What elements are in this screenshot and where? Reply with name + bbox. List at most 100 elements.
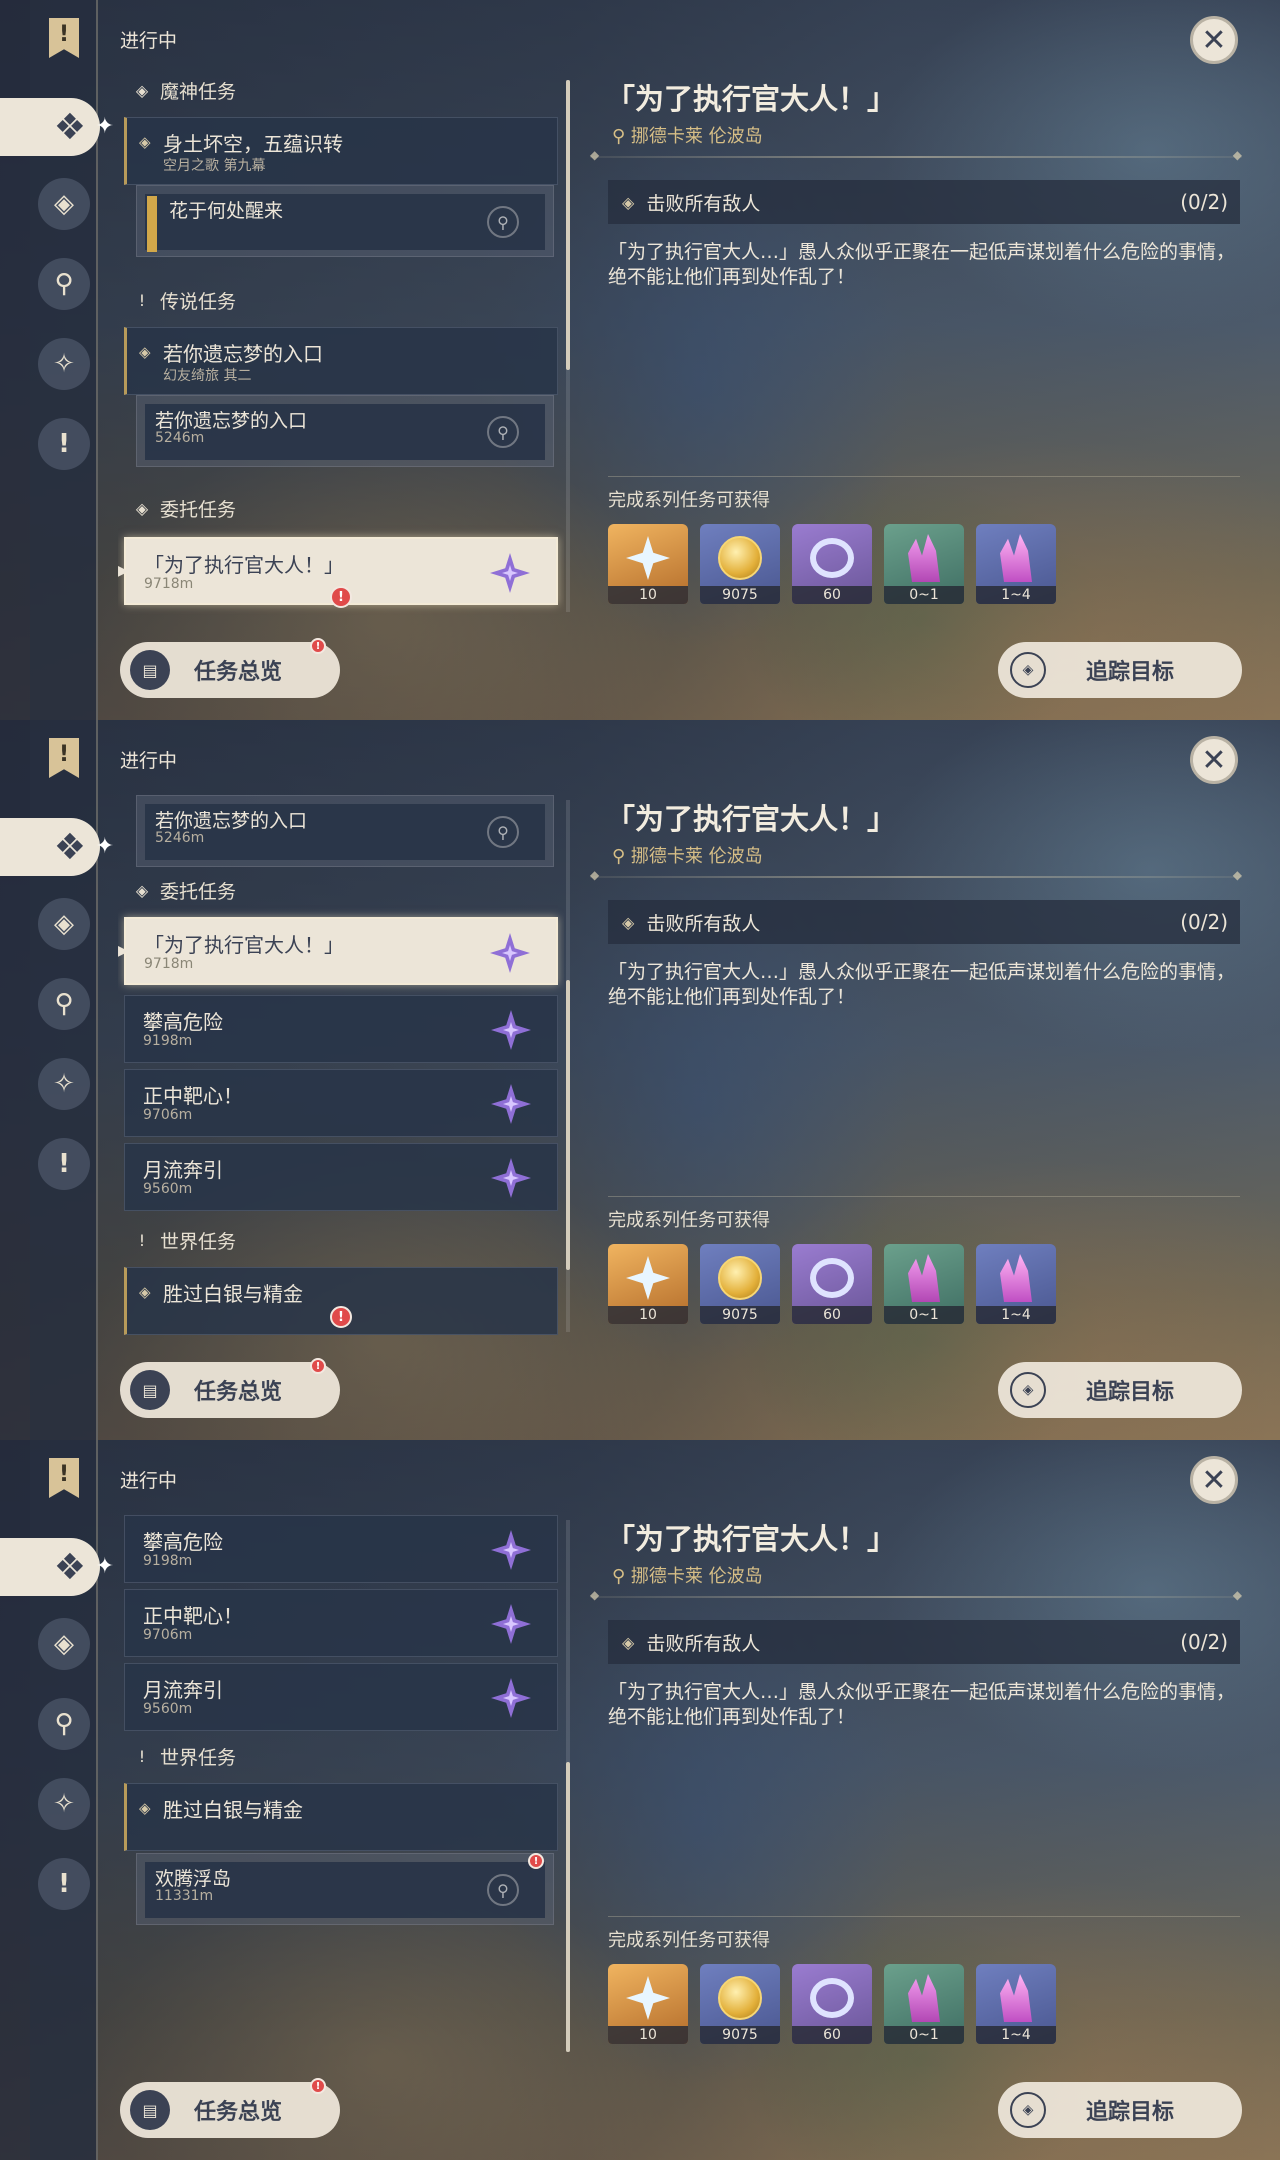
reward-crystal-chunk[interactable]: 0~1 xyxy=(884,1244,964,1324)
world-quest-filter-icon[interactable]: ! xyxy=(38,1138,90,1190)
crystal-chunk-icon xyxy=(908,1254,940,1302)
quest-world-sub[interactable]: 欢腾浮岛 11331m ⚲ xyxy=(136,1853,554,1925)
category-archon: ◈ 魔神任务 xyxy=(130,75,236,105)
reward-crystal-cluster[interactable]: 1~4 xyxy=(976,1964,1056,2044)
scroll-thumb[interactable] xyxy=(566,80,570,370)
quest-log-icon[interactable]: ! xyxy=(38,1452,90,1504)
reward-crystal-chunk[interactable]: 0~1 xyxy=(884,524,964,604)
quest-list[interactable]: ◈ 魔神任务 ◈ 身土坏空，五蕴识转 空月之歌 第九幕 花于何处醒来 ⚲ ! 传说任… xyxy=(118,75,564,615)
quest-list[interactable]: 攀高危险 9198m 正中靶心！ 9706m 月流奔引 9560m ! 世界任务 … xyxy=(118,1515,564,2055)
close-button[interactable]: ✕ xyxy=(1190,16,1238,64)
quest-overview-button[interactable]: ▤ 任务总览 xyxy=(120,642,340,698)
story-quest-filter-icon[interactable]: ⚲ xyxy=(38,978,90,1030)
quest-list-scrollbar[interactable] xyxy=(566,1520,570,2052)
close-button[interactable]: ✕ xyxy=(1190,736,1238,784)
quest-commission[interactable]: 攀高危险 9198m xyxy=(124,995,558,1063)
track-diamond-icon: ◈ xyxy=(1010,2092,1046,2128)
crystal-chunk-icon xyxy=(908,1974,940,2022)
reward-primogem[interactable]: 10 xyxy=(608,524,688,604)
reward-primogem[interactable]: 10 xyxy=(608,1244,688,1324)
quest-title: 花于何处醒来 xyxy=(169,200,284,222)
location-pin-icon[interactable]: ⚲ xyxy=(487,416,519,448)
reward-companionship-exp[interactable]: 60 xyxy=(792,1964,872,2044)
close-button[interactable]: ✕ xyxy=(1190,1456,1238,1504)
tracking-marker xyxy=(147,196,157,252)
primogem-icon xyxy=(626,1256,670,1300)
location-pin-icon[interactable]: ⚲ xyxy=(487,1874,519,1906)
story-quest-filter-icon[interactable]: ⚲ xyxy=(38,258,90,310)
all-quests-tab-active[interactable]: ❖ ✦ xyxy=(0,1538,114,1596)
world-quest-filter-icon[interactable]: ! xyxy=(38,1858,90,1910)
quest-list[interactable]: 若你遗忘梦的入口 5246m ⚲ ◈ 委托任务 ▶ 「为了执行官大人！」 9718… xyxy=(118,795,564,1335)
objective-diamond-icon: ◈ xyxy=(622,192,635,212)
rewards-label: 完成系列任务可获得 xyxy=(608,490,770,511)
archon-quest-filter-icon[interactable]: ◈ xyxy=(38,1618,90,1670)
location-pin-icon[interactable]: ⚲ xyxy=(487,206,519,238)
quest-world-main[interactable]: ◈ 胜过白银与精金 xyxy=(124,1783,558,1851)
quest-distance: 9560m xyxy=(143,1181,193,1197)
track-target-button[interactable]: ◈ 追踪目标 xyxy=(998,642,1242,698)
objective-count: (0/2) xyxy=(1180,910,1228,934)
quest-archon-sub[interactable]: 花于何处醒来 ⚲ xyxy=(136,185,554,257)
crystal-chunk-icon xyxy=(908,534,940,582)
quest-list-scrollbar[interactable] xyxy=(566,800,570,1332)
diamond-icon: ◈ xyxy=(139,343,151,361)
rewards-row: 10 9075 60 0~1 1~4 xyxy=(608,1244,1056,1324)
quest-commission[interactable]: 正中靶心！ 9706m xyxy=(124,1589,558,1657)
story-quest-filter-icon[interactable]: ⚲ xyxy=(38,1698,90,1750)
reward-crystal-cluster[interactable]: 1~4 xyxy=(976,1244,1056,1324)
reward-companionship-exp[interactable]: 60 xyxy=(792,524,872,604)
track-target-button[interactable]: ◈ 追踪目标 xyxy=(998,1362,1242,1418)
reward-crystal-cluster[interactable]: 1~4 xyxy=(976,524,1056,604)
reward-mora[interactable]: 9075 xyxy=(700,524,780,604)
divider xyxy=(608,1196,1240,1197)
sparkle-icon: ✦ xyxy=(95,1554,114,1579)
all-quests-tab-active[interactable]: ❖ ✦ xyxy=(0,98,114,156)
quest-log-icon[interactable]: ! xyxy=(38,732,90,784)
quest-screen-1: ! ◈ ⚲ ✧ ! ❖ ✦ 进行中 ◈ 魔神任务 ◈ 身土坏空，五蕴识转 空月之歌 … xyxy=(0,0,1280,720)
all-quests-icon: ❖ xyxy=(53,826,86,868)
quest-overview-button[interactable]: ▤ 任务总览 xyxy=(120,1362,340,1418)
crystal-cluster-icon xyxy=(1000,1974,1032,2022)
category-world: ! 世界任务 xyxy=(130,1225,236,1255)
quest-commission[interactable]: 月流奔引 9560m xyxy=(124,1663,558,1731)
scroll-thumb[interactable] xyxy=(566,1762,570,2052)
quest-commission[interactable]: 正中靶心！ 9706m xyxy=(124,1069,558,1137)
quest-list-scrollbar[interactable] xyxy=(566,80,570,612)
quest-title: 攀高危险 xyxy=(143,1530,223,1554)
mora-icon xyxy=(718,1976,762,2020)
category-commission: ◈ 委托任务 xyxy=(130,493,236,523)
quest-story-main[interactable]: ◈ 若你遗忘梦的入口 幻友绮旅 其二 xyxy=(124,327,558,395)
commission-filter-icon[interactable]: ✧ xyxy=(38,1058,90,1110)
commission-filter-icon[interactable]: ✧ xyxy=(38,1778,90,1830)
reward-companionship-exp[interactable]: 60 xyxy=(792,1244,872,1324)
rewards-label: 完成系列任务可获得 xyxy=(608,1930,770,1951)
quest-archon-main[interactable]: ◈ 身土坏空，五蕴识转 空月之歌 第九幕 xyxy=(124,117,558,185)
commission-filter-icon[interactable]: ✧ xyxy=(38,338,90,390)
track-target-button[interactable]: ◈ 追踪目标 xyxy=(998,2082,1242,2138)
quest-story-sub[interactable]: 若你遗忘梦的入口 5246m ⚲ xyxy=(136,795,554,867)
all-quests-tab-active[interactable]: ❖ ✦ xyxy=(0,818,114,876)
quest-screen-2: ! ◈ ⚲ ✧ ! ❖ ✦ 进行中 若你遗忘梦的入口 5246m ⚲ ◈ 委托任务 … xyxy=(0,720,1280,1440)
location-pin-icon[interactable]: ⚲ xyxy=(487,816,519,848)
reward-crystal-chunk[interactable]: 0~1 xyxy=(884,1964,964,2044)
reward-mora[interactable]: 9075 xyxy=(700,1964,780,2044)
reward-mora[interactable]: 9075 xyxy=(700,1244,780,1324)
quest-description: 「为了执行官大人…」愚人众似乎正聚在一起低声谋划着什么危险的事情，绝不能让他们再… xyxy=(608,241,1236,288)
archon-quest-filter-icon[interactable]: ◈ xyxy=(38,178,90,230)
quest-story-sub[interactable]: 若你遗忘梦的入口 5246m ⚲ xyxy=(136,395,554,467)
reward-primogem[interactable]: 10 xyxy=(608,1964,688,2044)
quest-log-icon[interactable]: ! xyxy=(38,12,90,64)
quest-title: 欢腾浮岛 xyxy=(155,1868,232,1890)
commission-star-icon xyxy=(491,1530,531,1570)
quest-commission[interactable]: 月流奔引 9560m xyxy=(124,1143,558,1211)
diamond-icon: ◈ xyxy=(139,1283,151,1301)
scroll-thumb[interactable] xyxy=(566,980,570,1270)
quest-overview-button[interactable]: ▤ 任务总览 xyxy=(120,2082,340,2138)
world-quest-filter-icon[interactable]: ! xyxy=(38,418,90,470)
quest-commission-selected[interactable]: ▶ 「为了执行官大人！」 9718m xyxy=(118,917,558,985)
archon-quest-filter-icon[interactable]: ◈ xyxy=(38,898,90,950)
quest-distance: 9560m xyxy=(143,1701,193,1717)
quest-commission[interactable]: 攀高危险 9198m xyxy=(124,1515,558,1583)
quest-title: 身土坏空，五蕴识转 xyxy=(163,132,343,156)
